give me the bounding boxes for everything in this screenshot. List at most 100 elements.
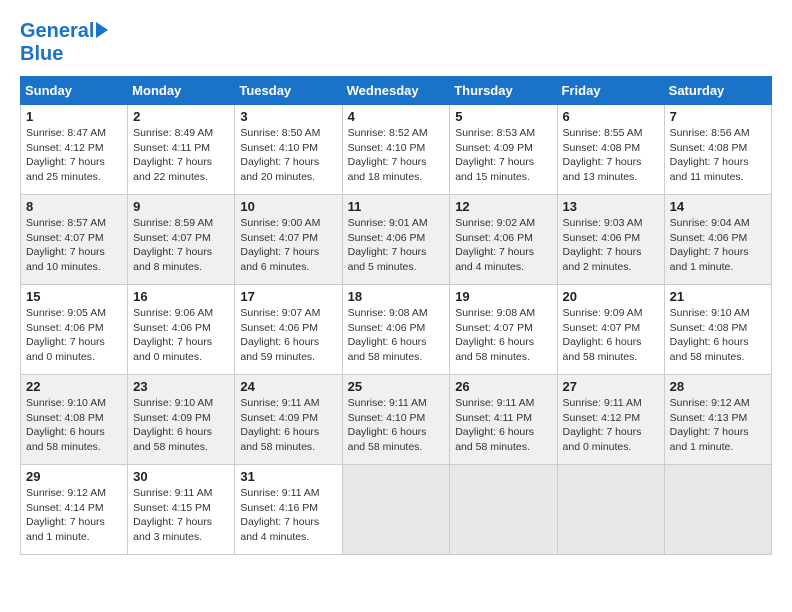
day-number: 3 — [240, 109, 336, 124]
day-cell-18: 18 Sunrise: 9:08 AMSunset: 4:06 PMDaylig… — [342, 285, 450, 375]
empty-cell — [664, 465, 771, 555]
day-cell-3: 3 Sunrise: 8:50 AMSunset: 4:10 PMDayligh… — [235, 105, 342, 195]
day-info: Sunrise: 9:10 AMSunset: 4:09 PMDaylight:… — [133, 397, 213, 453]
day-number: 24 — [240, 379, 336, 394]
day-info: Sunrise: 9:11 AMSunset: 4:12 PMDaylight:… — [563, 397, 642, 453]
day-cell-11: 11 Sunrise: 9:01 AMSunset: 4:06 PMDaylig… — [342, 195, 450, 285]
day-number: 4 — [348, 109, 445, 124]
day-info: Sunrise: 9:04 AMSunset: 4:06 PMDaylight:… — [670, 217, 750, 273]
day-info: Sunrise: 9:12 AMSunset: 4:14 PMDaylight:… — [26, 487, 106, 543]
day-number: 2 — [133, 109, 229, 124]
day-number: 9 — [133, 199, 229, 214]
day-info: Sunrise: 9:05 AMSunset: 4:06 PMDaylight:… — [26, 307, 106, 363]
day-info: Sunrise: 9:02 AMSunset: 4:06 PMDaylight:… — [455, 217, 535, 273]
day-number: 18 — [348, 289, 445, 304]
day-info: Sunrise: 8:47 AMSunset: 4:12 PMDaylight:… — [26, 127, 106, 183]
weekday-header-wednesday: Wednesday — [342, 77, 450, 105]
week-row-2: 8 Sunrise: 8:57 AMSunset: 4:07 PMDayligh… — [21, 195, 772, 285]
day-number: 16 — [133, 289, 229, 304]
day-number: 27 — [563, 379, 659, 394]
day-number: 11 — [348, 199, 445, 214]
day-cell-14: 14 Sunrise: 9:04 AMSunset: 4:06 PMDaylig… — [664, 195, 771, 285]
day-info: Sunrise: 9:01 AMSunset: 4:06 PMDaylight:… — [348, 217, 428, 273]
day-info: Sunrise: 9:09 AMSunset: 4:07 PMDaylight:… — [563, 307, 643, 363]
day-number: 31 — [240, 469, 336, 484]
day-info: Sunrise: 9:11 AMSunset: 4:10 PMDaylight:… — [348, 397, 427, 453]
weekday-header-row: SundayMondayTuesdayWednesdayThursdayFrid… — [21, 77, 772, 105]
day-info: Sunrise: 8:52 AMSunset: 4:10 PMDaylight:… — [348, 127, 428, 183]
day-cell-10: 10 Sunrise: 9:00 AMSunset: 4:07 PMDaylig… — [235, 195, 342, 285]
day-number: 28 — [670, 379, 766, 394]
day-info: Sunrise: 9:10 AMSunset: 4:08 PMDaylight:… — [670, 307, 750, 363]
day-number: 10 — [240, 199, 336, 214]
day-number: 25 — [348, 379, 445, 394]
week-row-4: 22 Sunrise: 9:10 AMSunset: 4:08 PMDaylig… — [21, 375, 772, 465]
day-info: Sunrise: 9:11 AMSunset: 4:11 PMDaylight:… — [455, 397, 534, 453]
empty-cell — [557, 465, 664, 555]
day-info: Sunrise: 9:06 AMSunset: 4:06 PMDaylight:… — [133, 307, 213, 363]
logo-general: General — [20, 20, 94, 42]
weekday-header-saturday: Saturday — [664, 77, 771, 105]
day-cell-4: 4 Sunrise: 8:52 AMSunset: 4:10 PMDayligh… — [342, 105, 450, 195]
empty-cell — [342, 465, 450, 555]
day-number: 17 — [240, 289, 336, 304]
day-number: 29 — [26, 469, 122, 484]
day-number: 14 — [670, 199, 766, 214]
weekday-header-monday: Monday — [128, 77, 235, 105]
day-cell-20: 20 Sunrise: 9:09 AMSunset: 4:07 PMDaylig… — [557, 285, 664, 375]
day-number: 30 — [133, 469, 229, 484]
logo: General Blue — [20, 20, 108, 66]
day-number: 5 — [455, 109, 551, 124]
day-info: Sunrise: 9:11 AMSunset: 4:16 PMDaylight:… — [240, 487, 319, 543]
calendar-table: SundayMondayTuesdayWednesdayThursdayFrid… — [20, 76, 772, 555]
weekday-header-friday: Friday — [557, 77, 664, 105]
day-info: Sunrise: 9:11 AMSunset: 4:15 PMDaylight:… — [133, 487, 212, 543]
day-number: 26 — [455, 379, 551, 394]
day-number: 19 — [455, 289, 551, 304]
day-info: Sunrise: 9:08 AMSunset: 4:06 PMDaylight:… — [348, 307, 428, 363]
day-cell-31: 31 Sunrise: 9:11 AMSunset: 4:16 PMDaylig… — [235, 465, 342, 555]
day-number: 22 — [26, 379, 122, 394]
logo-arrow-icon — [96, 22, 108, 38]
day-cell-23: 23 Sunrise: 9:10 AMSunset: 4:09 PMDaylig… — [128, 375, 235, 465]
day-info: Sunrise: 8:50 AMSunset: 4:10 PMDaylight:… — [240, 127, 320, 183]
day-cell-19: 19 Sunrise: 9:08 AMSunset: 4:07 PMDaylig… — [450, 285, 557, 375]
day-number: 15 — [26, 289, 122, 304]
day-info: Sunrise: 9:11 AMSunset: 4:09 PMDaylight:… — [240, 397, 319, 453]
day-cell-2: 2 Sunrise: 8:49 AMSunset: 4:11 PMDayligh… — [128, 105, 235, 195]
day-cell-17: 17 Sunrise: 9:07 AMSunset: 4:06 PMDaylig… — [235, 285, 342, 375]
day-cell-28: 28 Sunrise: 9:12 AMSunset: 4:13 PMDaylig… — [664, 375, 771, 465]
day-number: 8 — [26, 199, 122, 214]
week-row-5: 29 Sunrise: 9:12 AMSunset: 4:14 PMDaylig… — [21, 465, 772, 555]
day-cell-25: 25 Sunrise: 9:11 AMSunset: 4:10 PMDaylig… — [342, 375, 450, 465]
day-cell-9: 9 Sunrise: 8:59 AMSunset: 4:07 PMDayligh… — [128, 195, 235, 285]
day-cell-7: 7 Sunrise: 8:56 AMSunset: 4:08 PMDayligh… — [664, 105, 771, 195]
day-number: 13 — [563, 199, 659, 214]
day-number: 20 — [563, 289, 659, 304]
day-cell-13: 13 Sunrise: 9:03 AMSunset: 4:06 PMDaylig… — [557, 195, 664, 285]
logo-blue: Blue — [20, 43, 108, 66]
week-row-3: 15 Sunrise: 9:05 AMSunset: 4:06 PMDaylig… — [21, 285, 772, 375]
day-number: 7 — [670, 109, 766, 124]
day-cell-8: 8 Sunrise: 8:57 AMSunset: 4:07 PMDayligh… — [21, 195, 128, 285]
day-info: Sunrise: 8:59 AMSunset: 4:07 PMDaylight:… — [133, 217, 213, 273]
day-cell-12: 12 Sunrise: 9:02 AMSunset: 4:06 PMDaylig… — [450, 195, 557, 285]
day-info: Sunrise: 8:56 AMSunset: 4:08 PMDaylight:… — [670, 127, 750, 183]
day-cell-27: 27 Sunrise: 9:11 AMSunset: 4:12 PMDaylig… — [557, 375, 664, 465]
day-cell-29: 29 Sunrise: 9:12 AMSunset: 4:14 PMDaylig… — [21, 465, 128, 555]
day-cell-16: 16 Sunrise: 9:06 AMSunset: 4:06 PMDaylig… — [128, 285, 235, 375]
day-info: Sunrise: 9:12 AMSunset: 4:13 PMDaylight:… — [670, 397, 750, 453]
day-info: Sunrise: 9:00 AMSunset: 4:07 PMDaylight:… — [240, 217, 320, 273]
day-info: Sunrise: 9:07 AMSunset: 4:06 PMDaylight:… — [240, 307, 320, 363]
weekday-header-sunday: Sunday — [21, 77, 128, 105]
day-info: Sunrise: 8:53 AMSunset: 4:09 PMDaylight:… — [455, 127, 535, 183]
weekday-header-thursday: Thursday — [450, 77, 557, 105]
empty-cell — [450, 465, 557, 555]
day-number: 23 — [133, 379, 229, 394]
day-info: Sunrise: 9:10 AMSunset: 4:08 PMDaylight:… — [26, 397, 106, 453]
day-info: Sunrise: 8:57 AMSunset: 4:07 PMDaylight:… — [26, 217, 106, 273]
day-cell-24: 24 Sunrise: 9:11 AMSunset: 4:09 PMDaylig… — [235, 375, 342, 465]
day-cell-6: 6 Sunrise: 8:55 AMSunset: 4:08 PMDayligh… — [557, 105, 664, 195]
day-cell-5: 5 Sunrise: 8:53 AMSunset: 4:09 PMDayligh… — [450, 105, 557, 195]
day-number: 21 — [670, 289, 766, 304]
